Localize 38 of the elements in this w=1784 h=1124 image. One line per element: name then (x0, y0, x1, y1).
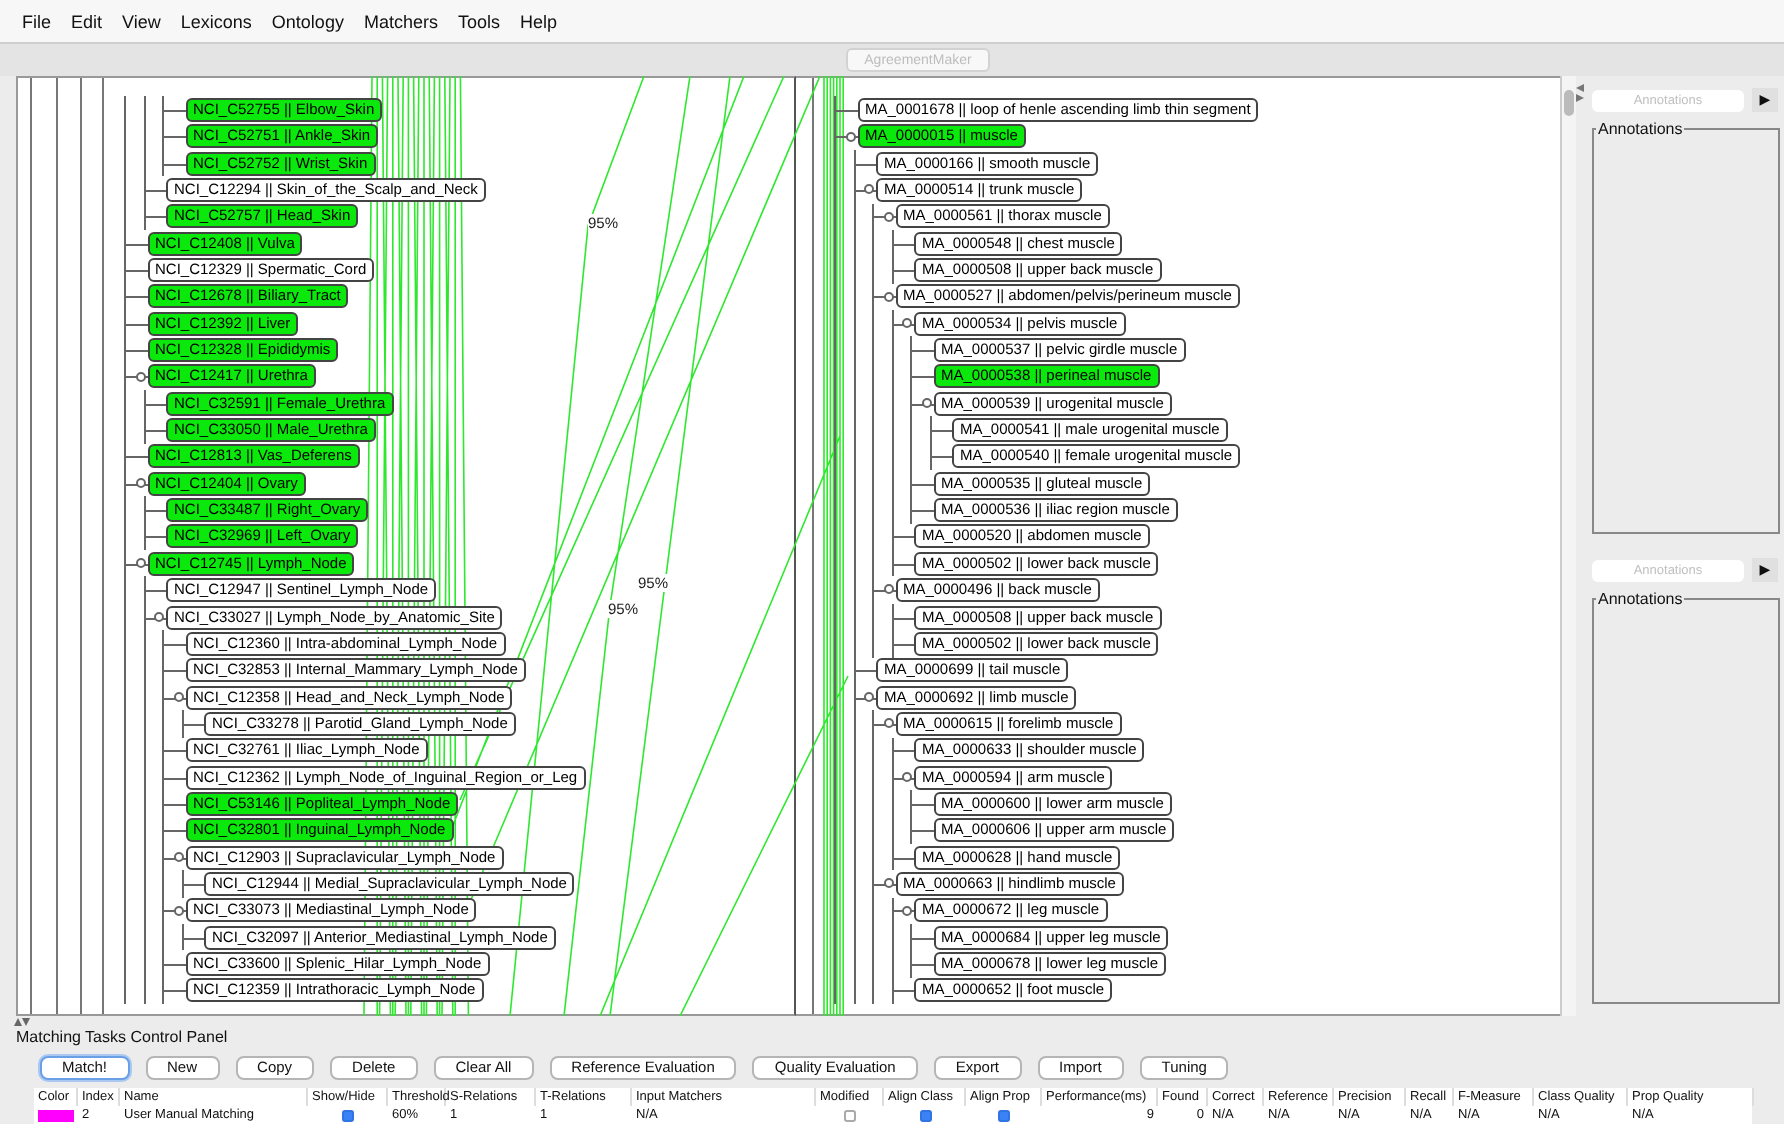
checkbox[interactable] (844, 1109, 856, 1121)
menu-item[interactable]: Ontology (261, 7, 354, 35)
group-title: Annotations (1596, 120, 1685, 138)
group-title: Annotations (1596, 590, 1685, 608)
collapse-toggle-icon[interactable] (173, 691, 183, 702)
checkbox[interactable] (342, 1109, 354, 1121)
collapse-toggle-icon[interactable] (135, 371, 145, 382)
menu-item[interactable]: File (12, 7, 62, 35)
scrollbar-thumb[interactable] (1564, 90, 1574, 116)
collapse-toggle-icon[interactable] (883, 718, 893, 729)
collapse-toggle-icon[interactable] (902, 318, 912, 329)
collapse-toggle-icon[interactable] (921, 398, 931, 409)
collapse-toggle-icon[interactable] (902, 771, 912, 782)
collapse-toggle-icon[interactable] (883, 878, 893, 889)
collapse-toggle-icon[interactable] (864, 691, 874, 702)
menu-item[interactable]: Matchers (353, 7, 448, 35)
collapse-toggle-icon[interactable] (135, 478, 145, 489)
collapse-toggle-icon[interactable] (883, 291, 893, 302)
split-arrows-icon[interactable] (14, 1018, 30, 1026)
panel-title: Matching Tasks Control Panel (16, 1028, 228, 1046)
menu-item[interactable]: Tools (447, 7, 510, 35)
vertical-scrollbar[interactable] (1560, 76, 1576, 1016)
collapse-toggle-icon[interactable] (173, 905, 183, 916)
collapse-toggle-icon[interactable] (883, 584, 893, 595)
menu-item[interactable]: View (112, 7, 171, 35)
menu-item[interactable]: Lexicons (170, 7, 262, 35)
collapse-toggle-icon[interactable] (883, 211, 893, 222)
collapse-toggle-icon[interactable] (173, 851, 183, 862)
menu-item[interactable]: Help (509, 7, 567, 35)
collapse-toggle-icon[interactable] (135, 558, 145, 569)
collapse-toggle-icon[interactable] (845, 131, 855, 142)
checkbox[interactable] (998, 1109, 1010, 1121)
menu-item[interactable]: Edit (61, 7, 113, 35)
collapse-toggle-icon[interactable] (864, 184, 874, 195)
checkbox[interactable] (919, 1109, 931, 1121)
split-arrows-icon[interactable] (1576, 84, 1584, 102)
collapse-toggle-icon[interactable] (902, 905, 912, 916)
collapse-toggle-icon[interactable] (154, 611, 164, 622)
